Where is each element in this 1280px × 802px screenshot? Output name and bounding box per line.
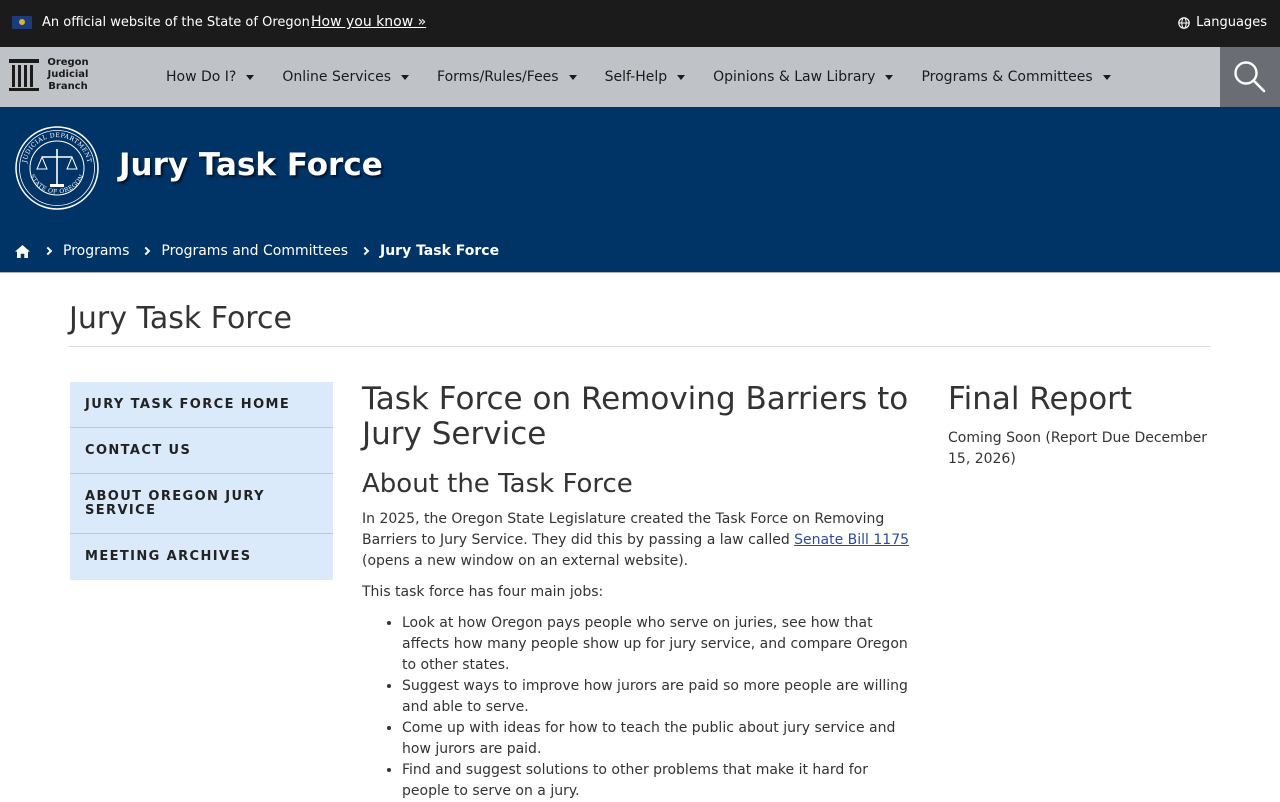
caret-down-icon (885, 74, 894, 80)
final-report-text: Coming Soon (Report Due December 15, 202… (948, 430, 1208, 467)
breadcrumb-programs-and-committees[interactable]: Programs and Committees (161, 243, 348, 259)
caret-down-icon (246, 74, 255, 80)
caret-down-icon (568, 74, 577, 80)
intro-paragraph: In 2025, the Oregon State Legislature cr… (362, 509, 912, 572)
side-nav-meeting-archives[interactable]: MEETING ARCHIVES (70, 534, 333, 580)
nav-menu: How Do I? Online Services Forms/Rules/Fe… (166, 47, 1139, 107)
nav-forms-rules-fees[interactable]: Forms/Rules/Fees (437, 69, 577, 85)
list-item: Suggest ways to improve how jurors are p… (402, 676, 912, 718)
home-icon[interactable] (14, 244, 31, 259)
logo-text: Oregon Judicial Branch (47, 57, 89, 92)
globe-icon (1178, 16, 1190, 29)
hero-banner: JUDICIAL DEPARTMENT STATE OF OREGON Jury… (0, 107, 1280, 273)
search-button[interactable] (1220, 47, 1280, 107)
divider (69, 346, 1210, 347)
nav-label: How Do I? (166, 69, 237, 85)
list-item: Come up with ideas for how to teach the … (402, 718, 912, 760)
list-item: Look at how Oregon pays people who serve… (402, 613, 912, 676)
breadcrumb-current: Jury Task Force (379, 243, 500, 259)
search-icon (1234, 61, 1266, 93)
languages-label: Languages (1196, 15, 1267, 30)
nav-label: Opinions & Law Library (713, 69, 876, 85)
nav-label: Online Services (282, 69, 392, 85)
how-you-know-link[interactable]: How you know » (311, 14, 426, 30)
official-text: An official website of the State of Oreg… (42, 15, 310, 30)
official-banner: An official website of the State of Oreg… (0, 0, 1280, 47)
ojd-logo[interactable]: Oregon Judicial Branch (8, 57, 90, 93)
chevron-right-icon (142, 246, 151, 256)
languages-button[interactable]: Languages (1178, 15, 1267, 30)
final-report-heading: Final Report (948, 381, 1133, 417)
main-content: Task Force on Removing Barriers to Jury … (362, 382, 912, 802)
caret-down-icon (677, 74, 686, 80)
judicial-seal-icon: JUDICIAL DEPARTMENT STATE OF OREGON (15, 126, 99, 210)
intro-text-after: (opens a new window on an external websi… (362, 553, 689, 569)
final-report-panel: Final Report Coming Soon (Report Due Dec… (948, 382, 1210, 470)
side-nav-home[interactable]: JURY TASK FORCE HOME (70, 382, 333, 428)
nav-label: Forms/Rules/Fees (437, 69, 559, 85)
senate-bill-link[interactable]: Senate Bill 1175 (794, 532, 909, 548)
nav-opinions-law-library[interactable]: Opinions & Law Library (713, 69, 894, 85)
nav-self-help[interactable]: Self-Help (605, 69, 686, 85)
pillar-logo-icon (9, 59, 39, 91)
caret-down-icon (401, 74, 410, 80)
jobs-intro: This task force has four main jobs: (362, 584, 604, 600)
breadcrumb-programs[interactable]: Programs (63, 243, 129, 259)
jobs-list: Look at how Oregon pays people who serve… (362, 613, 912, 802)
nav-label: Self-Help (604, 69, 668, 85)
main-heading: Task Force on Removing Barriers to Jury … (362, 381, 909, 452)
side-nav-about-jury-service[interactable]: ABOUT OREGON JURY SERVICE (70, 474, 333, 534)
list-item: Find and suggest solutions to other prob… (402, 760, 912, 802)
nav-how-do-i[interactable]: How Do I? (166, 69, 255, 85)
page-title: Jury Task Force (69, 301, 292, 336)
caret-down-icon (1102, 74, 1111, 80)
nav-label: Programs & Committees (921, 69, 1093, 85)
nav-online-services[interactable]: Online Services (282, 69, 410, 85)
breadcrumb: Programs Programs and Committees Jury Ta… (14, 243, 499, 259)
about-heading: About the Task Force (362, 469, 633, 499)
side-nav-contact-us[interactable]: CONTACT US (70, 428, 333, 474)
chevron-right-icon (360, 246, 370, 256)
oregon-flag-icon (12, 16, 32, 29)
main-nav-bar: Oregon Judicial Branch How Do I? Online … (0, 47, 1280, 107)
nav-programs-committees[interactable]: Programs & Committees (921, 69, 1111, 85)
chevron-right-icon (43, 246, 53, 256)
side-nav: JURY TASK FORCE HOME CONTACT US ABOUT OR… (70, 382, 333, 580)
hero-title: Jury Task Force (119, 147, 383, 183)
